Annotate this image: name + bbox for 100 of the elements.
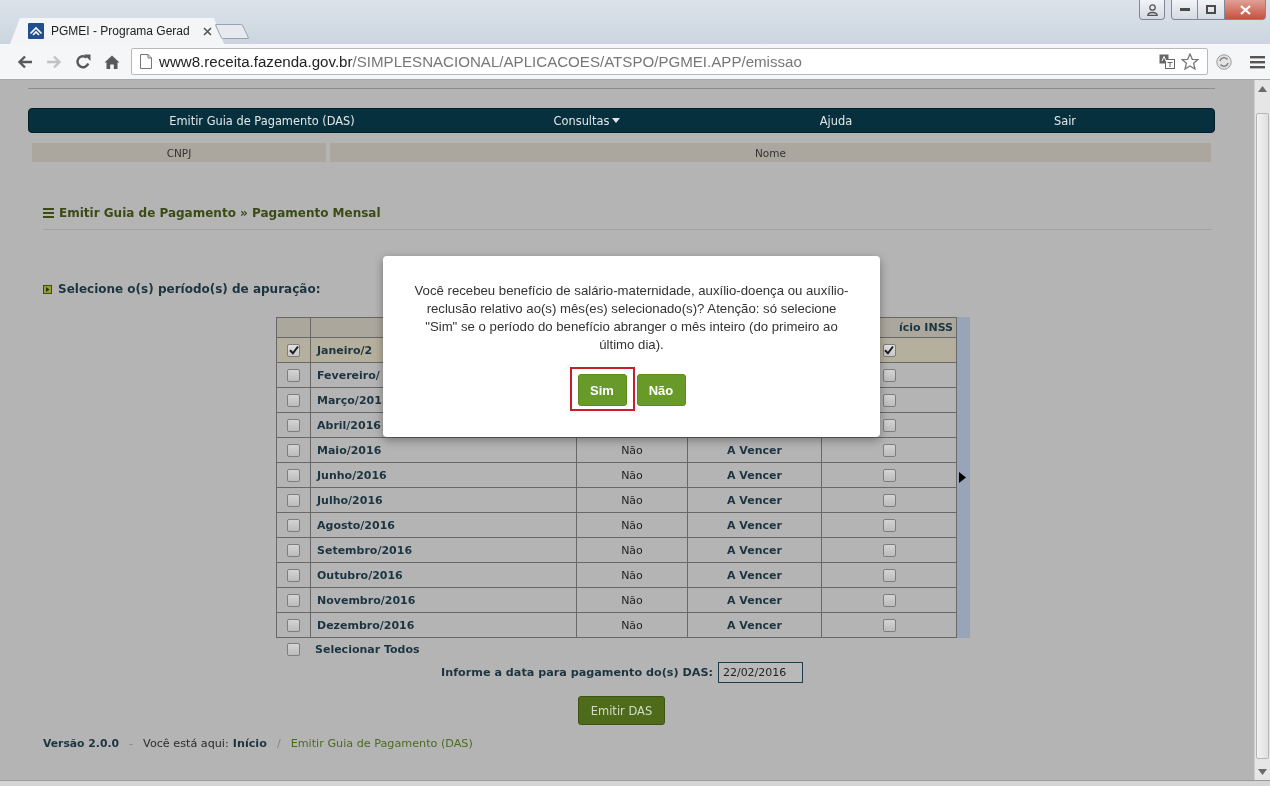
month-label: Dezembro/2016 [317,618,415,632]
value-text: Não [621,443,643,457]
benefit-checkbox[interactable] [882,368,896,382]
triangle-up-icon[interactable] [1258,86,1267,92]
minimize-button[interactable] [1171,0,1198,20]
month-label: Março/201 [317,393,382,407]
caret-down-icon [612,118,621,123]
arrow-left-icon[interactable] [17,53,33,70]
status-text: A Vencer [727,493,782,507]
row-checkbox[interactable] [287,468,300,482]
section-heading: Emitir Guia de Pagamento » Pagamento Mensal [59,206,381,220]
benefit-checkbox[interactable] [882,443,896,457]
overlapping-squares-icon[interactable] [1159,54,1175,69]
month-label: Maio/2016 [317,443,382,457]
version-text: Versão 2.0.0 [43,737,120,750]
value-text: Não [621,543,643,557]
month-label: Agosto/2016 [317,518,395,532]
location-label: Você está aqui: [143,737,229,750]
column-header: CNPJ [32,143,326,162]
browser-tab[interactable]: PGMEI - Programa Gerad [10,18,224,44]
row-checkbox[interactable] [287,518,300,532]
square-icon [1206,5,1216,14]
benefit-checkbox[interactable] [882,618,896,632]
value-text: Não [621,568,643,582]
list-icon [43,208,54,218]
breadcrumb-separator: / [276,737,281,750]
status-text: A Vencer [727,593,782,607]
status-text: A Vencer [727,568,782,582]
benefit-checkbox[interactable] [882,418,896,432]
status-text: A Vencer [727,618,782,632]
column-header-text: ício INSS [898,321,953,334]
menu-icon[interactable] [1250,54,1265,69]
month-label: Novembro/2016 [317,593,416,607]
circular-arrow-icon[interactable] [75,53,91,70]
checkmark-icon [884,345,894,356]
row-checkbox[interactable] [287,493,300,507]
month-label: Julho/2016 [317,493,383,507]
value-text: Não [621,493,643,507]
nav-link[interactable]: Sair [1053,113,1077,128]
star-icon[interactable] [1181,53,1199,70]
dash-icon [1179,8,1190,11]
select-all-label: Selecionar Todos [315,643,420,656]
value-text: Não [621,593,643,607]
footer-separator: - [129,737,134,750]
side-panel-handle[interactable] [957,317,970,638]
checkmark-icon [288,345,299,356]
circle-arrows-icon[interactable] [1216,53,1232,70]
close-icon[interactable] [203,26,212,36]
date-field[interactable]: 22/02/2016 [717,662,803,683]
benefit-checkbox[interactable] [882,343,896,357]
nav-link[interactable]: Consultas [553,113,621,128]
month-label: Janeiro/2 [317,343,373,357]
issue-button[interactable]: Emitir DAS [578,696,665,725]
row-checkbox[interactable] [287,393,300,407]
row-checkbox[interactable] [287,568,300,582]
benefit-checkbox[interactable] [882,543,896,557]
status-text: A Vencer [727,543,782,557]
row-checkbox[interactable] [287,543,300,557]
date-label: Informe a data para pagamento do(s) DAS: [441,666,713,679]
page-icon [140,54,152,69]
row-checkbox[interactable] [287,368,300,382]
benefit-checkbox[interactable] [882,493,896,507]
triangle-down-icon[interactable] [1258,769,1267,775]
column-header: Nome [330,143,1211,162]
close-icon [1239,4,1251,15]
value-text: Não [621,618,643,632]
address-field[interactable]: www8.receita.fazenda.gov.br/SIMPLESNACIONAL/APLICACOES/ATSPO/PGMEI.APP/emissao [131,48,1208,75]
status-text: A Vencer [727,468,782,482]
row-checkbox[interactable] [287,618,300,632]
row-checkbox[interactable] [287,418,300,432]
bullet-icon [43,284,52,294]
month-label: Setembro/2016 [317,543,413,557]
house-icon[interactable] [104,53,120,70]
benefit-checkbox[interactable] [882,393,896,407]
status-text: A Vencer [727,518,782,532]
close-button[interactable] [1225,0,1266,20]
month-label: Outubro/2016 [317,568,403,582]
caret-right-icon [959,472,966,483]
row-checkbox[interactable] [287,343,300,357]
maximize-button[interactable] [1198,0,1225,20]
benefit-checkbox[interactable] [882,593,896,607]
person-icon [1146,3,1158,16]
value-text: Não [621,468,643,482]
row-checkbox[interactable] [287,593,300,607]
value-text: Não [621,518,643,532]
month-label: Fevereiro/ [317,368,380,382]
benefit-checkbox[interactable] [882,468,896,482]
nav-link[interactable]: Ajuda [819,113,853,128]
row-checkbox[interactable] [287,443,300,457]
select-all-checkbox[interactable] [287,643,300,656]
prompt-text: Selecione o(s) período(s) de apuração: [58,282,321,296]
logo-icon [28,23,44,39]
breadcrumb-link[interactable]: Início [232,737,267,750]
dialog-message: Você recebeu benefício de salário-maternidade, auxílio-doença ou auxílio-reclusão relativo ao(s) mês(es) selecionado(s)? Atenção: só selecione "Sim" se o período do benefício abranger o mês inteiro (do primeiro ao último dia). [413,282,850,354]
status-text: A Vencer [727,443,782,457]
benefit-checkbox[interactable] [882,568,896,582]
scrollbar-thumb[interactable] [1256,113,1269,759]
benefit-checkbox[interactable] [882,518,896,532]
profile-button[interactable] [1139,0,1165,20]
nav-link[interactable]: Emitir Guia de Pagamento (DAS) [169,113,355,128]
